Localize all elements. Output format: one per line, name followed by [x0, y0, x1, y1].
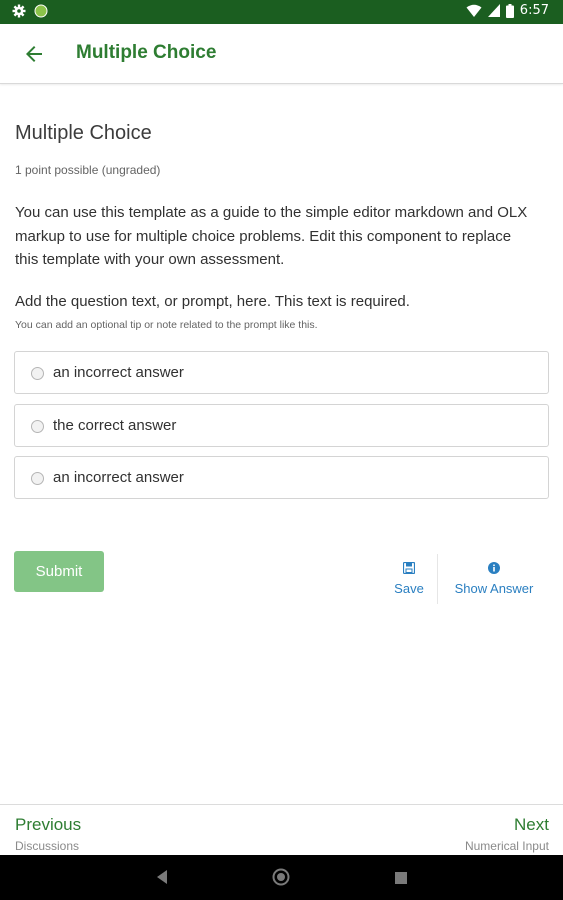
page-title: Multiple Choice — [76, 42, 217, 63]
save-icon — [392, 561, 426, 577]
radio-button[interactable] — [31, 367, 44, 380]
previous-button[interactable]: Previous Discussions — [15, 815, 81, 853]
system-nav-bar — [0, 855, 563, 900]
choice-option[interactable]: the correct answer — [14, 404, 549, 447]
previous-label: Previous — [15, 815, 82, 834]
choice-option[interactable]: an incorrect answer — [14, 456, 549, 499]
save-label: Save — [394, 581, 424, 596]
recents-square-icon[interactable] — [395, 871, 407, 889]
wifi-icon — [466, 4, 482, 18]
signal-icon — [487, 4, 500, 17]
save-button[interactable]: Save — [392, 561, 426, 596]
back-triangle-icon[interactable] — [155, 869, 169, 890]
problem-intro: You can use this template as a guide to … — [15, 204, 528, 268]
gear-icon — [12, 4, 26, 18]
previous-sublabel: Discussions — [15, 839, 80, 853]
app-bar: Multiple Choice — [0, 24, 563, 84]
radio-button[interactable] — [31, 420, 44, 433]
points-label: 1 point possible (ungraded) — [15, 163, 161, 177]
circle-icon — [34, 4, 48, 18]
arrow-left-icon[interactable] — [22, 42, 46, 66]
home-circle-icon[interactable] — [272, 868, 290, 891]
next-button[interactable]: Next Numerical Input — [465, 815, 549, 853]
status-bar: 6:57 — [0, 0, 563, 24]
status-time: 6:57 — [519, 3, 549, 18]
info-icon — [448, 562, 540, 577]
action-divider — [437, 554, 438, 604]
problem-title: Multiple Choice — [15, 122, 152, 144]
next-label: Next — [514, 815, 549, 834]
unit-navigation: Previous Discussions Next Numerical Inpu… — [0, 804, 563, 855]
submit-button[interactable]: Submit — [14, 551, 104, 592]
next-sublabel: Numerical Input — [464, 839, 549, 853]
choice-label: an incorrect answer — [53, 469, 184, 486]
choice-option[interactable]: an incorrect answer — [14, 351, 549, 394]
choice-label: the correct answer — [53, 417, 177, 434]
show-answer-button[interactable]: Show Answer — [448, 562, 540, 596]
radio-button[interactable] — [31, 472, 44, 485]
problem-content: Multiple Choice 1 point possible (ungrad… — [0, 84, 563, 804]
question-prompt: Add the question text, or prompt, here. … — [15, 293, 410, 310]
battery-icon — [505, 3, 514, 18]
prompt-tip: You can add an optional tip or note rela… — [15, 319, 318, 331]
show-answer-label: Show Answer — [454, 581, 534, 596]
choice-label: an incorrect answer — [53, 364, 184, 381]
